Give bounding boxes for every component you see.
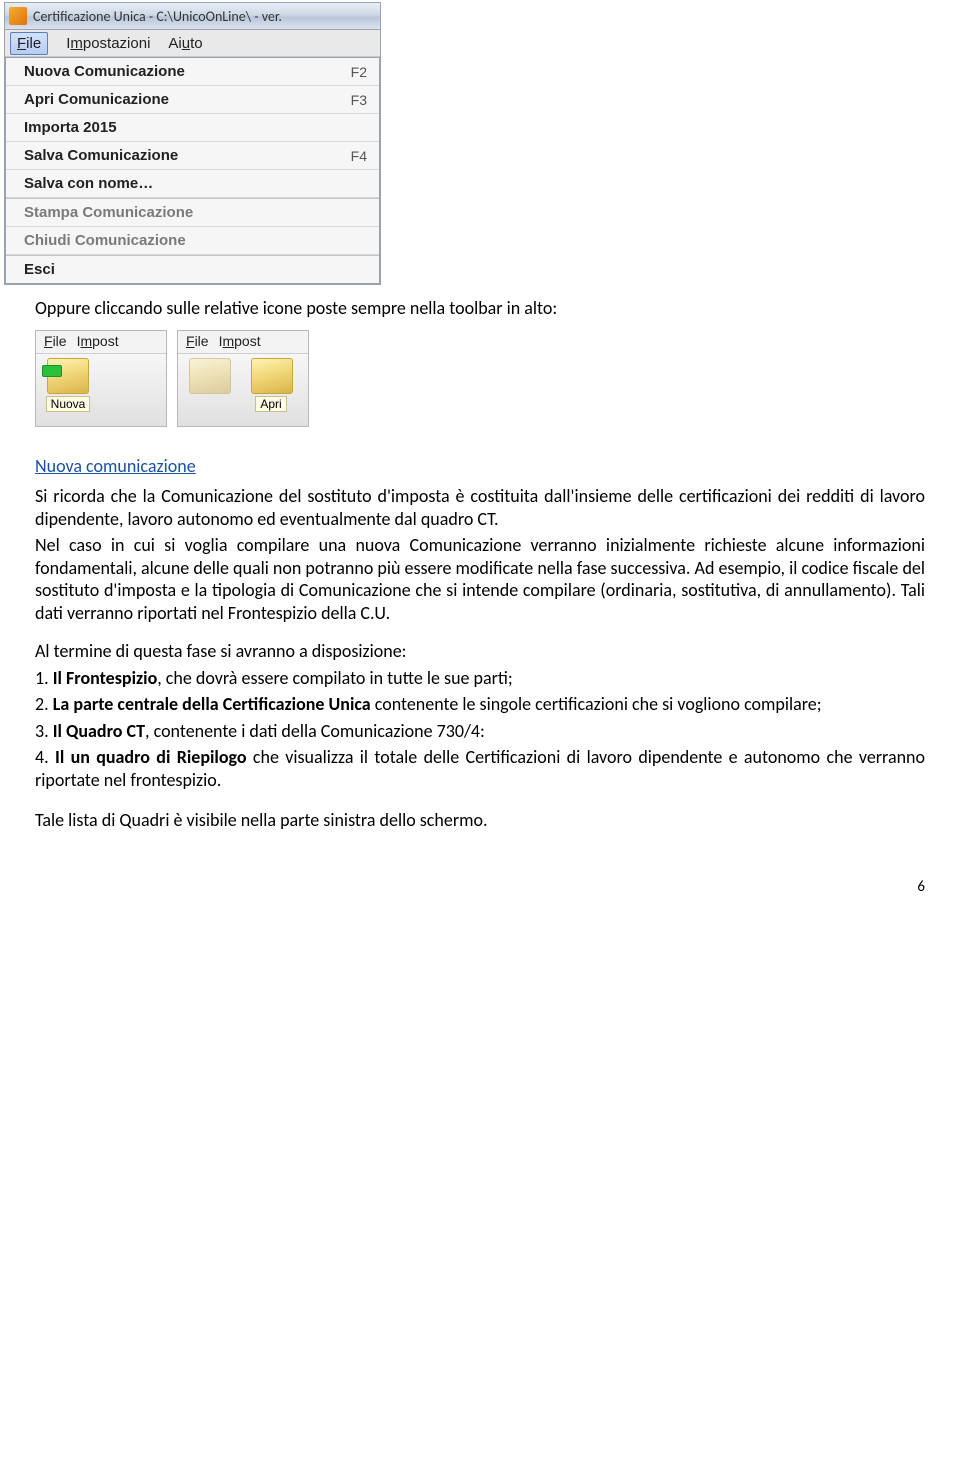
menu-item-label: Nuova Comunicazione [24,63,185,80]
toolbar-button-apri[interactable]: Apri [244,358,300,412]
menu-item-label: Chiudi Comunicazione [24,232,186,249]
list-item-1: 1. Il Frontespizio, che dovrà essere com… [35,667,925,690]
tb-menu-file[interactable]: File [44,333,67,351]
paragraph-intro: Oppure cliccando sulle relative icone po… [35,297,925,320]
paragraph-closing: Tale lista di Quadri è visibile nella pa… [35,809,925,832]
tb-menu-impost[interactable]: Impost [219,333,261,351]
menu-item-label: Esci [24,261,55,278]
paragraph: Si ricorda che la Comunicazione del sost… [35,485,925,530]
paragraph: Al termine di questa fase si avranno a d… [35,640,925,663]
menu-aiuto[interactable]: Aiuto [168,35,202,52]
menu-item-importa[interactable]: Importa 2015 [6,114,379,142]
menu-item-label: Apri Comunicazione [24,91,169,108]
tb-menu-file[interactable]: File [186,333,209,351]
app-icon [9,7,27,25]
tb-menu-impost[interactable]: Impost [77,333,119,351]
menu-item-label: Salva Comunicazione [24,147,178,164]
toolbar-snip-nuova: File Impost Nuova [35,330,167,427]
menu-file[interactable]: File [10,32,48,55]
section-heading: Nuova comunicazione [35,455,925,478]
toolbar-button-nuova[interactable]: Nuova [40,358,96,412]
menu-item-salva-nome[interactable]: Salva con nome… [6,170,379,198]
window-title: Certificazione Unica - C:\UnicoOnLine\ -… [33,8,282,25]
list-item-4: 4. Il un quadro di Riepilogo che visuali… [35,746,925,791]
menu-item-esci[interactable]: Esci [6,256,379,283]
toolbar-snip-apri: File Impost Apri [177,330,309,427]
toolbar-screenshots: File Impost Nuova File Impost Apri [35,330,925,427]
menu-item-shortcut: F3 [351,92,367,108]
app-window-screenshot: Certificazione Unica - C:\UnicoOnLine\ -… [4,2,381,285]
toolbar-button-label: Apri [255,396,286,412]
menubar: File Impostazioni Aiuto [5,30,380,57]
paragraph: Nel caso in cui si voglia compilare una … [35,534,925,624]
menu-item-shortcut: F2 [351,64,367,80]
toolbar-button-nuova-dim[interactable] [182,358,238,394]
menu-item-label: Importa 2015 [24,119,117,136]
window-titlebar: Certificazione Unica - C:\UnicoOnLine\ -… [5,3,380,30]
menu-item-nuova[interactable]: Nuova Comunicazione F2 [6,58,379,86]
list-item-2: 2. La parte centrale della Certificazion… [35,693,925,716]
menu-item-label: Stampa Comunicazione [24,204,193,221]
list-item-3: 3. Il Quadro CT, contenente i dati della… [35,720,925,743]
toolbar-menubar: File Impost [36,331,166,354]
folder-open-icon [251,358,293,394]
folder-new-icon [47,358,89,394]
page-number: 6 [35,878,925,897]
menu-item-shortcut: F4 [351,148,367,164]
menu-item-chiudi: Chiudi Comunicazione [6,227,379,255]
menu-item-label: Salva con nome… [24,175,153,192]
toolbar-button-label: Nuova [46,396,91,412]
toolbar-menubar: File Impost [178,331,308,354]
menu-item-stampa: Stampa Comunicazione [6,199,379,227]
menu-item-apri[interactable]: Apri Comunicazione F3 [6,86,379,114]
file-menu-dropdown: Nuova Comunicazione F2 Apri Comunicazion… [5,57,380,284]
menu-item-salva[interactable]: Salva Comunicazione F4 [6,142,379,170]
menu-impostazioni[interactable]: Impostazioni [66,35,150,52]
folder-new-icon [189,358,231,394]
